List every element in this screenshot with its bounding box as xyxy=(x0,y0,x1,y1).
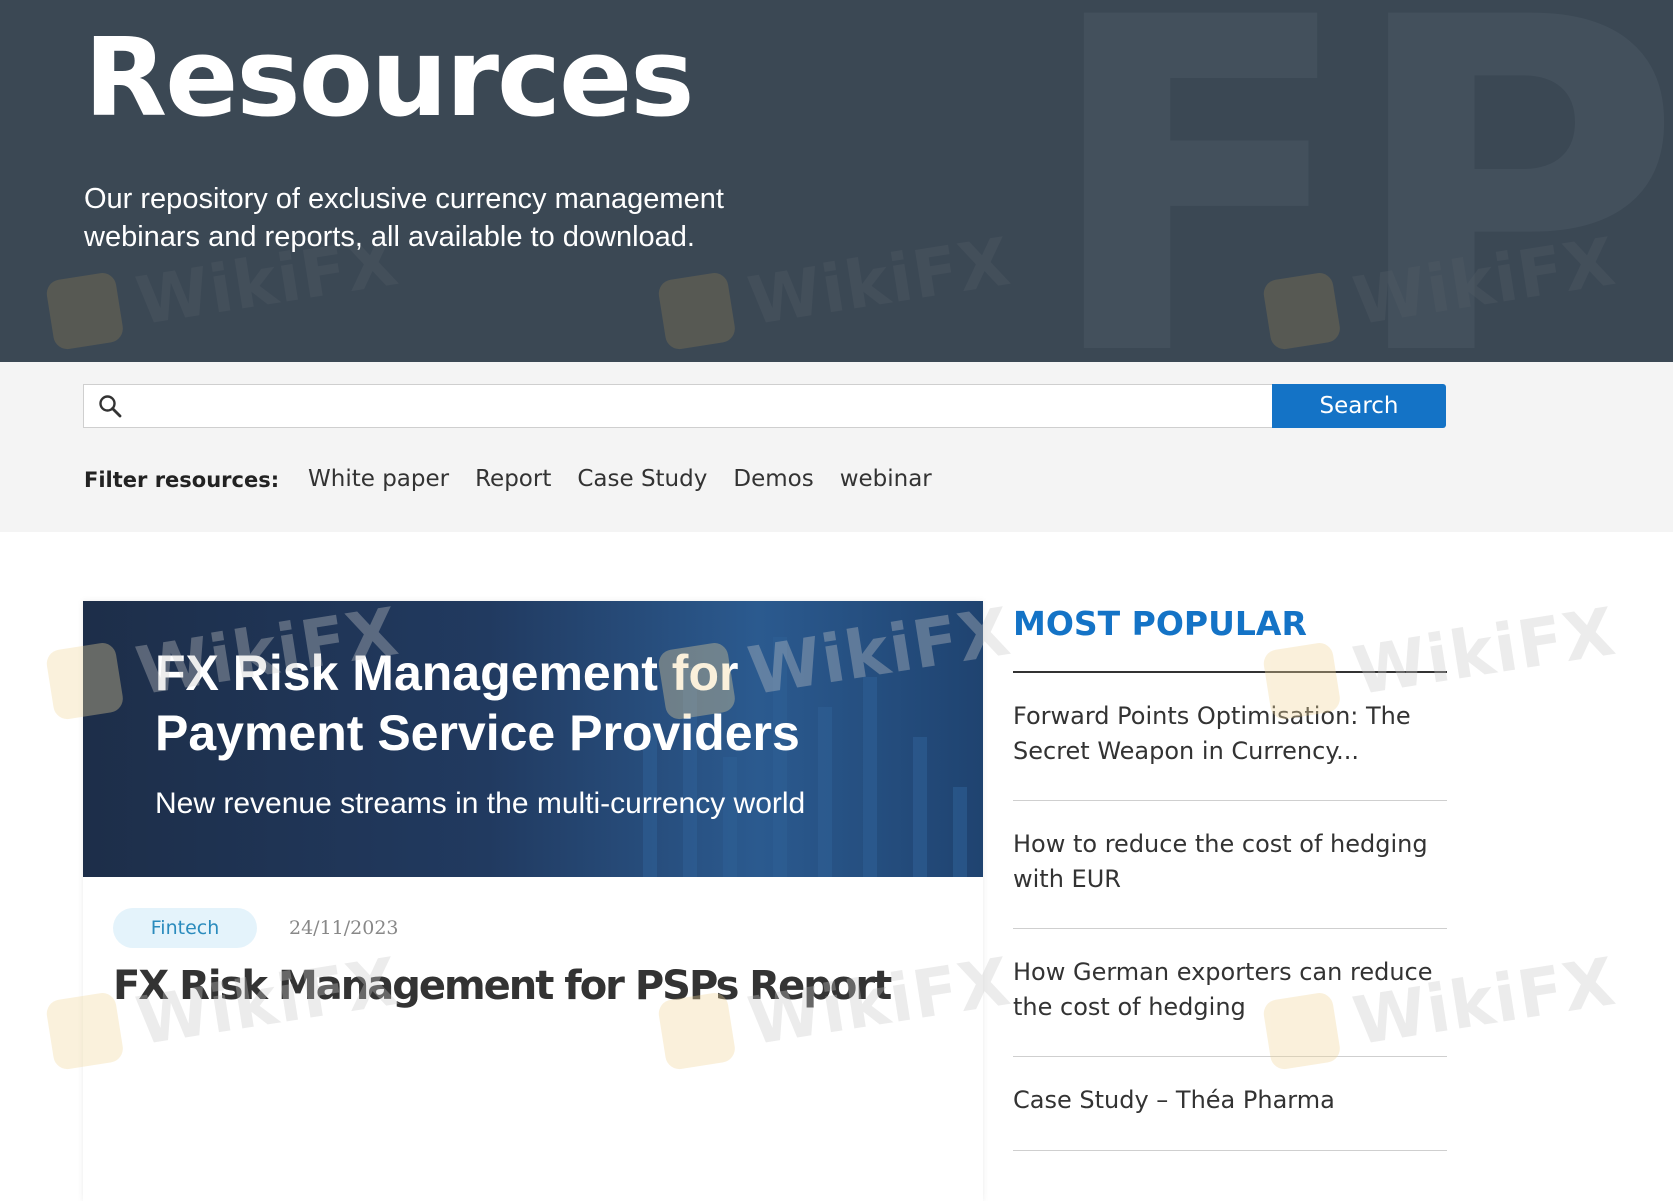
popular-link[interactable]: Case Study – Théa Pharma xyxy=(1013,1083,1447,1118)
watermark-logo-icon xyxy=(656,270,737,351)
resource-date: 24/11/2023 xyxy=(289,917,399,939)
filter-demos[interactable]: Demos xyxy=(733,466,813,492)
filter-webinar[interactable]: webinar xyxy=(840,466,932,492)
popular-link[interactable]: How to reduce the cost of hedging with E… xyxy=(1013,827,1447,897)
filter-label: Filter resources: xyxy=(84,468,280,492)
resource-card-image[interactable]: FX Risk Management for Payment Service P… xyxy=(83,601,983,877)
resource-image-title: FX Risk Management for Payment Service P… xyxy=(155,645,800,761)
popular-link[interactable]: Forward Points Optimisation: The Secret … xyxy=(1013,699,1447,769)
category-tag[interactable]: Fintech xyxy=(113,908,257,948)
search-button[interactable]: Search xyxy=(1272,384,1446,428)
list-item: How to reduce the cost of hedging with E… xyxy=(1013,801,1447,929)
resource-title[interactable]: FX Risk Management for PSPs Report xyxy=(113,963,892,1009)
popular-link[interactable]: How German exporters can reduce the cost… xyxy=(1013,955,1447,1025)
search-filter-bar: Search Filter resources: White paper Rep… xyxy=(0,362,1673,532)
list-item: Forward Points Optimisation: The Secret … xyxy=(1013,673,1447,801)
list-item: Case Study – Théa Pharma xyxy=(1013,1057,1447,1151)
filter-report[interactable]: Report xyxy=(475,466,551,492)
search-field[interactable] xyxy=(83,384,1273,429)
filter-white-paper[interactable]: White paper xyxy=(308,466,449,492)
filter-list: White paper Report Case Study Demos webi… xyxy=(308,466,932,492)
resource-card[interactable]: FX Risk Management for Payment Service P… xyxy=(83,601,983,1201)
search-input[interactable] xyxy=(134,385,1268,429)
filter-case-study[interactable]: Case Study xyxy=(577,466,707,492)
skyline-decoration xyxy=(913,737,927,877)
popular-list: Forward Points Optimisation: The Secret … xyxy=(1013,673,1447,1151)
resource-image-subtitle: New revenue streams in the multi-currenc… xyxy=(155,787,806,820)
list-item: How German exporters can reduce the cost… xyxy=(1013,929,1447,1057)
page-subtitle: Our repository of exclusive currency man… xyxy=(84,183,724,253)
page-title: Resources xyxy=(84,16,695,141)
watermark-logo-icon xyxy=(44,270,125,351)
hero-banner: FP WikiFX WikiFX WikiFX Resources Our re… xyxy=(0,0,1673,362)
most-popular-heading: MOST POPULAR xyxy=(1013,604,1307,643)
search-icon xyxy=(99,395,122,418)
skyline-decoration xyxy=(953,787,967,877)
hero-background-graphic: FP xyxy=(1041,0,1673,362)
